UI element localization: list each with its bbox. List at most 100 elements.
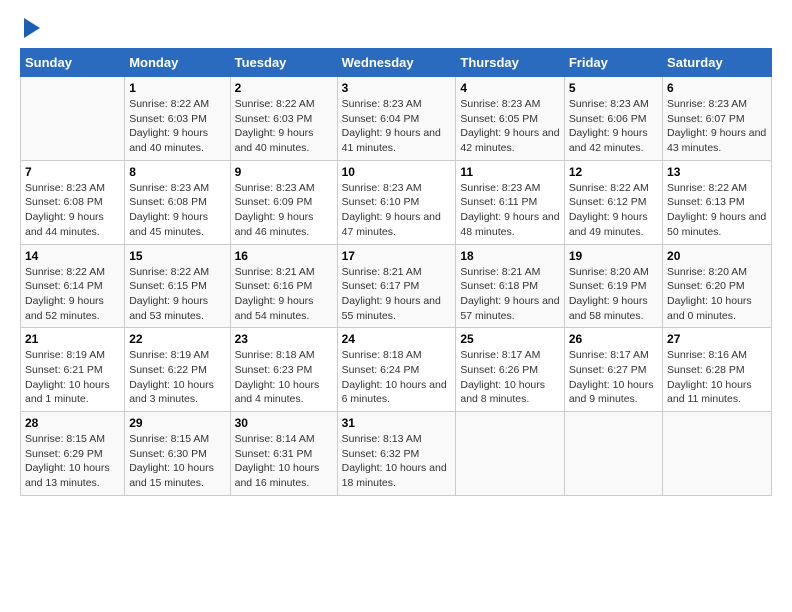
column-header-thursday: Thursday: [456, 49, 564, 77]
day-number: 26: [569, 332, 658, 346]
calendar-cell: 25 Sunrise: 8:17 AMSunset: 6:26 PMDayligh…: [456, 328, 564, 412]
day-info: Sunrise: 8:23 AMSunset: 6:05 PMDaylight:…: [460, 97, 559, 156]
day-info: Sunrise: 8:15 AMSunset: 6:30 PMDaylight:…: [129, 432, 225, 491]
day-info: Sunrise: 8:19 AMSunset: 6:22 PMDaylight:…: [129, 348, 225, 407]
calendar-cell: [21, 77, 125, 161]
calendar-cell: 16 Sunrise: 8:21 AMSunset: 6:16 PMDayligh…: [230, 244, 337, 328]
day-number: 7: [25, 165, 120, 179]
day-number: 27: [667, 332, 767, 346]
calendar-cell: 22 Sunrise: 8:19 AMSunset: 6:22 PMDayligh…: [125, 328, 230, 412]
day-info: Sunrise: 8:22 AMSunset: 6:12 PMDaylight:…: [569, 181, 658, 240]
day-info: Sunrise: 8:22 AMSunset: 6:14 PMDaylight:…: [25, 265, 120, 324]
day-info: Sunrise: 8:23 AMSunset: 6:09 PMDaylight:…: [235, 181, 333, 240]
calendar-cell: 29 Sunrise: 8:15 AMSunset: 6:30 PMDayligh…: [125, 412, 230, 496]
day-info: Sunrise: 8:22 AMSunset: 6:15 PMDaylight:…: [129, 265, 225, 324]
day-number: 3: [342, 81, 452, 95]
calendar-cell: 18Sunrise: 8:21 AMSunset: 6:18 PMDayligh…: [456, 244, 564, 328]
day-number: 2: [235, 81, 333, 95]
day-info: Sunrise: 8:16 AMSunset: 6:28 PMDaylight:…: [667, 348, 767, 407]
calendar-cell: 24 Sunrise: 8:18 AMSunset: 6:24 PMDayligh…: [337, 328, 456, 412]
calendar-cell: 13 Sunrise: 8:22 AMSunset: 6:13 PMDayligh…: [663, 160, 772, 244]
day-number: 28: [25, 416, 120, 430]
calendar-cell: 6 Sunrise: 8:23 AMSunset: 6:07 PMDaylight…: [663, 77, 772, 161]
calendar-cell: 15 Sunrise: 8:22 AMSunset: 6:15 PMDayligh…: [125, 244, 230, 328]
day-info: Sunrise: 8:14 AMSunset: 6:31 PMDaylight:…: [235, 432, 333, 491]
calendar-cell: 10 Sunrise: 8:23 AMSunset: 6:10 PMDayligh…: [337, 160, 456, 244]
calendar-cell: 8Sunrise: 8:23 AMSunset: 6:08 PMDaylight…: [125, 160, 230, 244]
day-info: Sunrise: 8:23 AMSunset: 6:08 PMDaylight:…: [25, 181, 120, 240]
column-header-wednesday: Wednesday: [337, 49, 456, 77]
day-number: 12: [569, 165, 658, 179]
day-number: 25: [460, 332, 559, 346]
week-row-4: 21 Sunrise: 8:19 AMSunset: 6:21 PMDayligh…: [21, 328, 772, 412]
calendar-cell: 4 Sunrise: 8:23 AMSunset: 6:05 PMDaylight…: [456, 77, 564, 161]
calendar-cell: 19 Sunrise: 8:20 AMSunset: 6:19 PMDayligh…: [564, 244, 662, 328]
day-number: 4: [460, 81, 559, 95]
calendar-cell: 23Sunrise: 8:18 AMSunset: 6:23 PMDayligh…: [230, 328, 337, 412]
calendar-cell: 9Sunrise: 8:23 AMSunset: 6:09 PMDaylight…: [230, 160, 337, 244]
day-info: Sunrise: 8:18 AMSunset: 6:24 PMDaylight:…: [342, 348, 452, 407]
day-number: 20: [667, 249, 767, 263]
calendar-cell: [663, 412, 772, 496]
day-number: 23: [235, 332, 333, 346]
column-header-saturday: Saturday: [663, 49, 772, 77]
column-header-monday: Monday: [125, 49, 230, 77]
calendar-cell: 31Sunrise: 8:13 AMSunset: 6:32 PMDayligh…: [337, 412, 456, 496]
day-number: 14: [25, 249, 120, 263]
day-number: 6: [667, 81, 767, 95]
calendar-cell: 14 Sunrise: 8:22 AMSunset: 6:14 PMDayligh…: [21, 244, 125, 328]
day-info: Sunrise: 8:17 AMSunset: 6:27 PMDaylight:…: [569, 348, 658, 407]
day-number: 19: [569, 249, 658, 263]
day-info: Sunrise: 8:23 AMSunset: 6:10 PMDaylight:…: [342, 181, 452, 240]
logo: [20, 20, 40, 38]
day-number: 22: [129, 332, 225, 346]
day-info: Sunrise: 8:23 AMSunset: 6:04 PMDaylight:…: [342, 97, 452, 156]
day-number: 31: [342, 416, 452, 430]
calendar-cell: 27 Sunrise: 8:16 AMSunset: 6:28 PMDayligh…: [663, 328, 772, 412]
day-info: Sunrise: 8:19 AMSunset: 6:21 PMDaylight:…: [25, 348, 120, 407]
page-header: [20, 20, 772, 38]
day-info: Sunrise: 8:17 AMSunset: 6:26 PMDaylight:…: [460, 348, 559, 407]
week-row-2: 7 Sunrise: 8:23 AMSunset: 6:08 PMDaylight…: [21, 160, 772, 244]
calendar-cell: 2Sunrise: 8:22 AMSunset: 6:03 PMDaylight…: [230, 77, 337, 161]
day-number: 30: [235, 416, 333, 430]
day-info: Sunrise: 8:21 AMSunset: 6:17 PMDaylight:…: [342, 265, 452, 324]
column-header-tuesday: Tuesday: [230, 49, 337, 77]
day-number: 15: [129, 249, 225, 263]
day-number: 13: [667, 165, 767, 179]
calendar-table: SundayMondayTuesdayWednesdayThursdayFrid…: [20, 48, 772, 496]
day-info: Sunrise: 8:23 AMSunset: 6:11 PMDaylight:…: [460, 181, 559, 240]
calendar-cell: 5Sunrise: 8:23 AMSunset: 6:06 PMDaylight…: [564, 77, 662, 161]
calendar-cell: 11 Sunrise: 8:23 AMSunset: 6:11 PMDayligh…: [456, 160, 564, 244]
day-info: Sunrise: 8:23 AMSunset: 6:06 PMDaylight:…: [569, 97, 658, 156]
week-row-5: 28 Sunrise: 8:15 AMSunset: 6:29 PMDayligh…: [21, 412, 772, 496]
day-number: 21: [25, 332, 120, 346]
day-number: 24: [342, 332, 452, 346]
column-header-friday: Friday: [564, 49, 662, 77]
calendar-cell: [564, 412, 662, 496]
day-number: 17: [342, 249, 452, 263]
day-number: 11: [460, 165, 559, 179]
calendar-cell: 1Sunrise: 8:22 AMSunset: 6:03 PMDaylight…: [125, 77, 230, 161]
day-info: Sunrise: 8:20 AMSunset: 6:19 PMDaylight:…: [569, 265, 658, 324]
day-number: 10: [342, 165, 452, 179]
day-number: 16: [235, 249, 333, 263]
calendar-cell: 17 Sunrise: 8:21 AMSunset: 6:17 PMDayligh…: [337, 244, 456, 328]
calendar-cell: 28 Sunrise: 8:15 AMSunset: 6:29 PMDayligh…: [21, 412, 125, 496]
logo-arrow-icon: [24, 18, 40, 38]
calendar-cell: 12 Sunrise: 8:22 AMSunset: 6:12 PMDayligh…: [564, 160, 662, 244]
day-info: Sunrise: 8:20 AMSunset: 6:20 PMDaylight:…: [667, 265, 767, 324]
day-info: Sunrise: 8:21 AMSunset: 6:16 PMDaylight:…: [235, 265, 333, 324]
day-info: Sunrise: 8:15 AMSunset: 6:29 PMDaylight:…: [25, 432, 120, 491]
calendar-cell: 21 Sunrise: 8:19 AMSunset: 6:21 PMDayligh…: [21, 328, 125, 412]
day-info: Sunrise: 8:22 AMSunset: 6:13 PMDaylight:…: [667, 181, 767, 240]
calendar-cell: 20 Sunrise: 8:20 AMSunset: 6:20 PMDayligh…: [663, 244, 772, 328]
day-number: 18: [460, 249, 559, 263]
calendar-cell: 26 Sunrise: 8:17 AMSunset: 6:27 PMDayligh…: [564, 328, 662, 412]
day-number: 29: [129, 416, 225, 430]
calendar-cell: 7 Sunrise: 8:23 AMSunset: 6:08 PMDaylight…: [21, 160, 125, 244]
column-header-sunday: Sunday: [21, 49, 125, 77]
week-row-3: 14 Sunrise: 8:22 AMSunset: 6:14 PMDayligh…: [21, 244, 772, 328]
calendar-cell: 3 Sunrise: 8:23 AMSunset: 6:04 PMDaylight…: [337, 77, 456, 161]
day-info: Sunrise: 8:23 AMSunset: 6:07 PMDaylight:…: [667, 97, 767, 156]
